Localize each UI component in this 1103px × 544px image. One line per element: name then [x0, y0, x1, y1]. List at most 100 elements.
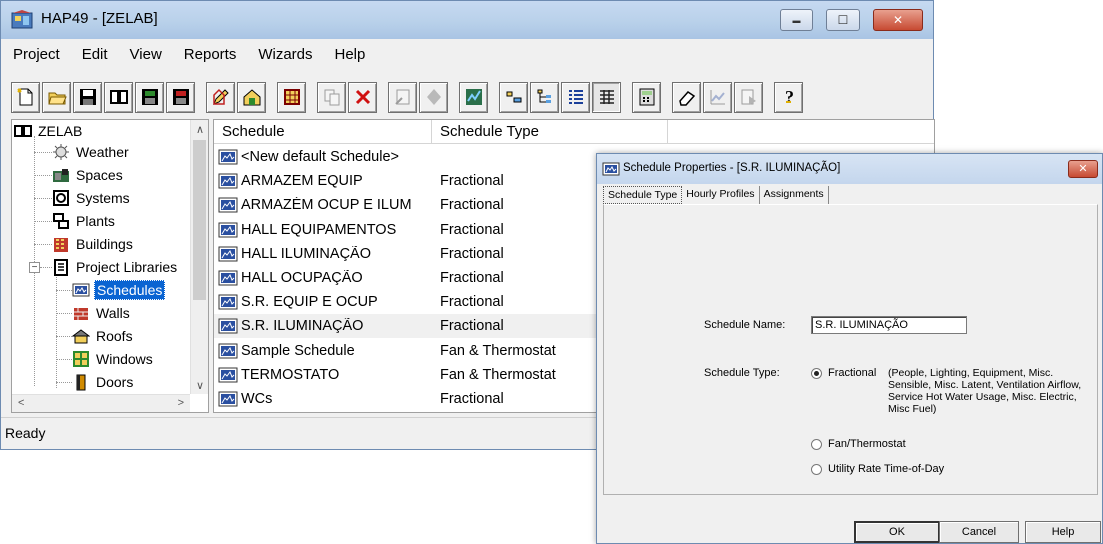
column-header-schedule[interactable]: Schedule: [214, 120, 432, 144]
home-button[interactable]: [237, 81, 266, 113]
schedule-name-cell: S.R. EQUIP E OCUP: [214, 294, 432, 310]
radio-utility-rate[interactable]: [811, 464, 822, 475]
open-project-button[interactable]: [42, 81, 71, 113]
calculate-icon: [465, 89, 482, 105]
edit-button[interactable]: [206, 81, 235, 113]
schedule-name: HALL EQUIPAMENTOS: [241, 221, 397, 238]
book-icon: [14, 125, 32, 137]
grid-button[interactable]: [277, 81, 306, 113]
details-view-button[interactable]: [592, 81, 621, 113]
help-button[interactable]: ?: [774, 81, 803, 113]
menu-wizards[interactable]: Wizards: [258, 46, 312, 63]
radio-fan-thermostat-label[interactable]: Fan/Thermostat: [828, 438, 906, 450]
library-button[interactable]: [104, 81, 133, 113]
maximize-button[interactable]: ☐: [826, 9, 860, 31]
tree-item-spaces[interactable]: Spaces: [52, 164, 125, 186]
help-button[interactable]: Help: [1025, 521, 1101, 543]
menu-help[interactable]: Help: [335, 46, 366, 63]
copy-button[interactable]: [317, 81, 346, 113]
retrieve-button[interactable]: [166, 81, 195, 113]
tree-vertical-scrollbar[interactable]: ∧ ∨: [190, 120, 208, 394]
tree-item-buildings[interactable]: Buildings: [52, 233, 135, 255]
tab-schedule-type[interactable]: Schedule Type: [603, 186, 683, 204]
minimize-button[interactable]: ▬: [780, 9, 813, 31]
tree-horizontal-scrollbar[interactable]: < >: [12, 394, 190, 412]
delete-button[interactable]: [348, 81, 377, 113]
eraser-button[interactable]: [672, 81, 701, 113]
scroll-right-icon[interactable]: >: [178, 397, 184, 409]
schedule-name-field[interactable]: S.R. ILUMINAÇÃO: [811, 316, 967, 334]
ok-button[interactable]: OK: [854, 521, 940, 543]
radio-fractional[interactable]: [811, 368, 822, 379]
tab-panel: Schedule Name: S.R. ILUMINAÇÃO Schedule …: [603, 204, 1098, 495]
tree-item-label: Doors: [96, 374, 134, 390]
new-project-icon: [16, 88, 32, 106]
wall-icon: [74, 308, 88, 320]
schedule-name-label: Schedule Name:: [704, 319, 786, 331]
radio-utility-rate-label[interactable]: Utility Rate Time-of-Day: [828, 463, 944, 475]
collapse-project-libraries[interactable]: −: [29, 262, 40, 273]
column-header-schedule-type[interactable]: Schedule Type: [432, 120, 668, 144]
schedule-name-cell: HALL ILUMINAÇÃO: [214, 246, 432, 262]
title-bar[interactable]: HAP49 - [ZELAB] ▬ ☐ ✕: [1, 1, 933, 39]
schedule-name: HALL OCUPAÇÃO: [241, 270, 363, 286]
project-tree[interactable]: ZELAB Weather Spaces Systems Plants Buil…: [11, 119, 209, 413]
menu-reports[interactable]: Reports: [184, 46, 237, 63]
delete-icon: [355, 89, 370, 105]
scroll-thumb[interactable]: [193, 140, 206, 300]
close-button[interactable]: ✕: [873, 9, 923, 31]
new-project-button[interactable]: [11, 81, 40, 113]
tree-item-windows[interactable]: Windows: [72, 348, 155, 370]
toolbar: ?: [11, 79, 805, 115]
small-icons-button[interactable]: [499, 81, 528, 113]
dialog-title-bar[interactable]: Schedule Properties - [S.R. ILUMINAÇÃO] …: [597, 154, 1102, 184]
tree-item-weather[interactable]: Weather: [52, 141, 131, 163]
scroll-left-icon[interactable]: <: [18, 397, 24, 409]
scroll-up-icon[interactable]: ∧: [196, 123, 204, 136]
save-project-icon: [79, 89, 96, 105]
menu-project[interactable]: Project: [13, 46, 60, 63]
dialog-close-button[interactable]: ✕: [1068, 160, 1098, 178]
report-button[interactable]: [734, 81, 763, 113]
save-project-button[interactable]: [73, 81, 102, 113]
radio-fractional-label[interactable]: Fractional: [828, 367, 876, 379]
diamond-button[interactable]: [419, 81, 448, 113]
tree-item-label: Spaces: [76, 167, 123, 183]
menu-view[interactable]: View: [130, 46, 162, 63]
chart-button[interactable]: [703, 81, 732, 113]
schedule-name-cell: <New default Schedule>: [214, 149, 432, 165]
tab-assignments[interactable]: Assignments: [760, 186, 829, 204]
schedule-name-cell: ARMAZEM EQUIP: [214, 173, 432, 189]
radio-fan-thermostat[interactable]: [811, 439, 822, 450]
buildings-icon: [54, 238, 68, 252]
list-header: Schedule Schedule Type: [214, 120, 934, 144]
details-view-icon: [599, 90, 614, 104]
list-view-button[interactable]: [561, 81, 590, 113]
wizard-button[interactable]: [388, 81, 417, 113]
schedule-name-cell: S.R. ILUMINAÇÃO: [214, 318, 432, 334]
schedule-icon: [218, 367, 238, 383]
tree-item-walls[interactable]: Walls: [72, 302, 132, 324]
tree-item-label: Schedules: [94, 280, 166, 300]
scroll-down-icon[interactable]: ∨: [196, 379, 204, 392]
archive-button[interactable]: [135, 81, 164, 113]
tree-item-plants[interactable]: Plants: [52, 210, 117, 232]
tree-root[interactable]: ZELAB: [14, 120, 84, 142]
help-icon: ?: [785, 87, 794, 107]
calculate-button[interactable]: [459, 81, 488, 113]
tab-hourly-profiles[interactable]: Hourly Profiles: [682, 186, 760, 204]
schedule-properties-dialog: Schedule Properties - [S.R. ILUMINAÇÃO] …: [596, 153, 1103, 544]
calculator-button[interactable]: [632, 81, 661, 113]
schedule-name: S.R. EQUIP E OCUP: [241, 294, 378, 311]
tree-item-schedules[interactable]: Schedules: [72, 279, 166, 301]
tree-item-doors[interactable]: Doors: [72, 371, 135, 393]
tree-item-project-libraries[interactable]: Project Libraries: [52, 256, 179, 278]
tree-item-systems[interactable]: Systems: [52, 187, 132, 209]
tree-button[interactable]: [530, 81, 559, 113]
door-icon: [76, 374, 86, 391]
menu-edit[interactable]: Edit: [82, 46, 108, 63]
cancel-button[interactable]: Cancel: [939, 521, 1019, 543]
schedule-name: HALL ILUMINAÇÃO: [241, 245, 371, 262]
tree-item-roofs[interactable]: Roofs: [72, 325, 135, 347]
tree-item-label: Project Libraries: [76, 259, 178, 275]
